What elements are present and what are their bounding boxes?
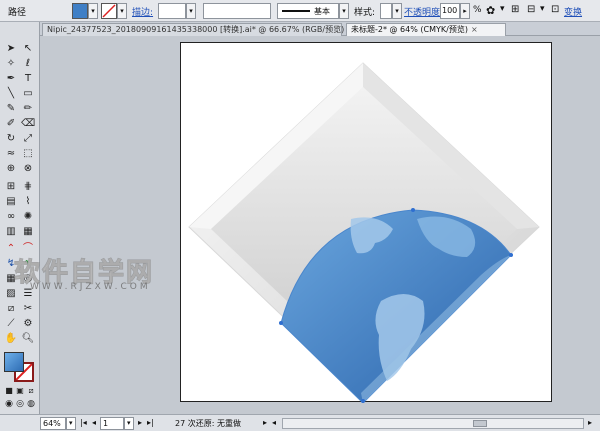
previous-page-icon[interactable]: ◂ — [92, 418, 96, 427]
status-bar: 64% ▾ |◂ ◂ 1 ▾ ▸ ▸| 27 次还原: 无重做 ▸ ◂ ▸ — [0, 414, 600, 431]
mesh-tool-icon[interactable]: ⋕ — [21, 180, 35, 194]
anchor-point[interactable] — [509, 253, 513, 257]
brush-definition-field[interactable]: 基本 — [277, 3, 339, 19]
anchor-point[interactable] — [361, 399, 365, 403]
artboard[interactable] — [180, 42, 553, 404]
horizontal-scrollbar[interactable] — [282, 418, 584, 429]
fill-dropdown-arrow[interactable]: ▾ — [88, 3, 98, 19]
status-text: 27 次还原: 无重做 — [175, 419, 241, 428]
blend-tool-icon[interactable]: ∞ — [4, 210, 18, 224]
free-transform-tool-icon[interactable]: ⬚ — [21, 147, 35, 161]
symbol-sprayer-tool-icon[interactable]: ✺ — [21, 210, 35, 224]
stroke-preview-line — [282, 10, 310, 12]
live-paint-tool-icon[interactable]: ⊗ — [21, 162, 35, 176]
zoom-dropdown-arrow[interactable]: ▾ — [66, 417, 76, 430]
none-mode-icon[interactable]: ⧄ — [24, 384, 38, 398]
watermark-url: WWW.RJZXW.COM — [30, 282, 151, 292]
tab-document-2[interactable]: 未标题-2* @ 64% (CMYK/预览) × — [346, 23, 506, 36]
stroke-label[interactable]: 描边: — [132, 5, 153, 18]
close-icon[interactable]: × — [471, 25, 478, 34]
scroll-right-icon[interactable]: ▸ — [588, 418, 592, 427]
scale-tool-icon[interactable]: ⤢ — [21, 132, 35, 146]
blob-brush-tool-icon[interactable]: ✐ — [4, 117, 18, 131]
style-swatch[interactable] — [380, 3, 392, 19]
align-icon[interactable]: ⊞ — [511, 4, 519, 15]
next-page-icon[interactable]: ▸ — [138, 418, 142, 427]
selection-tool-icon[interactable]: ➤ — [4, 42, 18, 56]
tab-label: Nipic_24377523_20180909161435338000 [转换]… — [47, 25, 345, 34]
stroke-weight-arrow[interactable]: ▾ — [186, 3, 196, 19]
pencil-tool-icon[interactable]: ✏ — [21, 102, 35, 116]
eraser-tool-icon[interactable]: ⌫ — [21, 117, 35, 131]
tools-panel: ➤ ↖ ✧ ℓ ✒ T ╲ ▭ ✎ ✏ ✐ ⌫ ↻ ⤢ ≈ ⬚ ⊕ ⊗ ⊞ ⋕ … — [0, 22, 40, 414]
stroke-profile-text: 基本 — [314, 7, 330, 16]
perspective-grid-tool-icon[interactable]: ⊞ — [4, 180, 18, 194]
opacity-field[interactable]: 100 — [440, 3, 460, 19]
isolate-icon[interactable]: ⊡ — [551, 4, 559, 15]
magic-wand-tool-icon[interactable]: ✧ — [4, 57, 18, 71]
scrollbar-thumb[interactable] — [473, 420, 487, 427]
gradient-tool-icon[interactable]: ▤ — [4, 195, 18, 209]
stroke-color-swatch[interactable] — [101, 3, 117, 19]
chevron-down-icon[interactable]: ▾ — [540, 4, 545, 14]
style-label: 样式: — [354, 8, 376, 18]
last-page-icon[interactable]: ▸| — [147, 418, 154, 427]
status-menu-arrow[interactable]: ▸ — [263, 418, 267, 427]
artboard-tool-icon[interactable]: ▦ — [21, 225, 35, 239]
direct-selection-tool-icon[interactable]: ↖ — [21, 42, 35, 56]
anchor-point[interactable] — [279, 321, 283, 325]
zoom-tool-icon[interactable]: 🔍︎ — [21, 332, 35, 346]
fill-color-swatch[interactable] — [72, 3, 88, 19]
anchor-point[interactable] — [411, 208, 415, 212]
transform-link[interactable]: 变换 — [564, 5, 582, 18]
chevron-down-icon[interactable]: ▾ — [500, 4, 505, 14]
line-tool-icon[interactable]: ╲ — [4, 87, 18, 101]
tab-document-1[interactable]: Nipic_24377523_20180909161435338000 [转换]… — [42, 23, 354, 36]
eyedropper-tool-icon[interactable]: ⌇ — [21, 195, 35, 209]
opacity-label[interactable]: 不透明度: — [404, 5, 443, 18]
shape-builder-tool-icon[interactable]: ⊕ — [4, 162, 18, 176]
scissors-tool-icon[interactable]: ✂ — [21, 302, 35, 316]
recolor-icon[interactable]: ✿ — [486, 4, 495, 17]
artwork[interactable] — [181, 43, 553, 404]
paintbrush-tool-icon[interactable]: ✎ — [4, 102, 18, 116]
column-graph-tool-icon[interactable]: ▥ — [4, 225, 18, 239]
symbol-tool-icon[interactable]: ⚙ — [21, 317, 35, 331]
document-tab-bar: Nipic_24377523_20180909161435338000 [转换]… — [40, 22, 600, 36]
fill-color-front[interactable] — [4, 352, 24, 372]
lasso-tool-icon[interactable]: ℓ — [21, 57, 35, 71]
page-dropdown-arrow[interactable]: ▾ — [124, 417, 134, 430]
hand-tool-icon[interactable]: ✋ — [4, 332, 18, 346]
rectangle-tool-icon[interactable]: ▭ — [21, 87, 35, 101]
control-bar: 路径 ▾ ▾ 描边: ▾ 基本 ▾ 样式: ▾ 不透明度: 100 ▸ % ✿ … — [0, 0, 600, 22]
opacity-arrow[interactable]: ▸ — [460, 3, 470, 19]
variable-width-field[interactable] — [203, 3, 271, 19]
tab-label: 未标题-2* @ 64% (CMYK/预览) — [351, 25, 468, 34]
chart-tool-icon[interactable]: ▨ — [4, 287, 18, 301]
rotate-tool-icon[interactable]: ↻ — [4, 132, 18, 146]
stroke-dropdown-arrow[interactable]: ▾ — [117, 3, 127, 19]
continent-shape — [375, 294, 425, 381]
type-tool-icon[interactable]: T — [21, 72, 35, 86]
distribute-icon[interactable]: ⊟ — [527, 4, 535, 15]
width-tool-icon[interactable]: ≈ — [4, 147, 18, 161]
pen-tool-icon[interactable]: ✒ — [4, 72, 18, 86]
brush-dropdown-arrow[interactable]: ▾ — [339, 3, 349, 19]
path-label: 路径 — [8, 8, 27, 18]
knife-tool-icon[interactable]: ⟋ — [4, 317, 18, 331]
opacity-unit: % — [473, 5, 482, 15]
slice-tool-icon[interactable]: ⧄ — [4, 302, 18, 316]
stroke-weight-field[interactable] — [158, 3, 186, 19]
draw-inside-icon[interactable]: ◍ — [24, 397, 38, 411]
style-dropdown-arrow[interactable]: ▾ — [392, 3, 402, 19]
no-stroke-icon — [102, 4, 116, 18]
canvas-area[interactable] — [40, 36, 600, 414]
zoom-field[interactable]: 64% — [40, 417, 66, 430]
first-page-icon[interactable]: |◂ — [80, 418, 87, 427]
scroll-left-icon[interactable]: ◂ — [272, 418, 276, 427]
page-field[interactable]: 1 — [100, 417, 124, 430]
